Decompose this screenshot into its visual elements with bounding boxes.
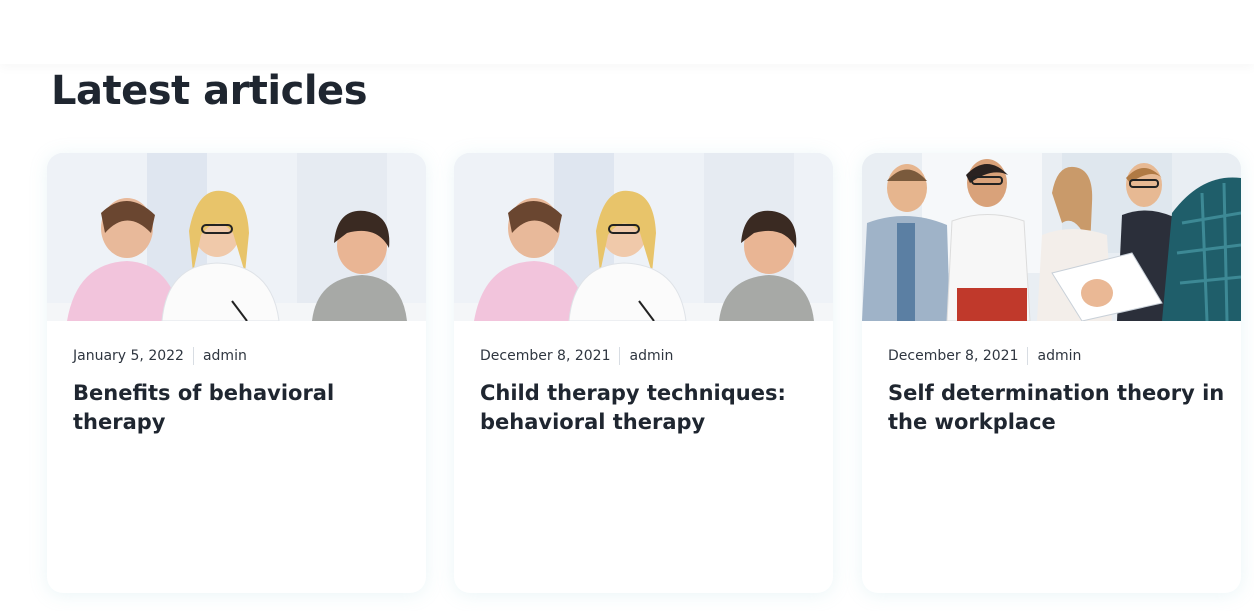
meta-divider <box>192 347 194 365</box>
article-card[interactable]: December 8, 2021 admin Child therapy tec… <box>454 153 833 593</box>
article-title[interactable]: Child therapy techniques: behavioral the… <box>480 379 820 437</box>
article-card[interactable]: January 5, 2022 admin Benefits of behavi… <box>47 153 426 593</box>
article-date[interactable]: December 8, 2021 <box>480 348 610 364</box>
workplace-team-photo-icon <box>862 153 1241 321</box>
article-meta: December 8, 2021 admin <box>480 347 673 365</box>
section-title: Latest articles <box>51 68 368 114</box>
article-date[interactable]: January 5, 2022 <box>73 348 184 364</box>
meta-divider <box>619 347 621 365</box>
article-thumbnail[interactable] <box>454 153 833 321</box>
article-title[interactable]: Self determination theory in the workpla… <box>888 379 1228 437</box>
article-author[interactable]: admin <box>629 348 673 364</box>
article-meta: January 5, 2022 admin <box>73 347 247 365</box>
article-date[interactable]: December 8, 2021 <box>888 348 1018 364</box>
article-author[interactable]: admin <box>203 348 247 364</box>
article-thumbnail[interactable] <box>862 153 1241 321</box>
article-card-list: January 5, 2022 admin Benefits of behavi… <box>47 153 1242 593</box>
article-author[interactable]: admin <box>1037 348 1081 364</box>
therapy-session-photo-icon <box>454 153 833 321</box>
article-card[interactable]: December 8, 2021 admin Self determinatio… <box>862 153 1241 593</box>
latest-articles-section: Latest articles January 5, 2022 admin Be… <box>0 0 1254 611</box>
therapy-session-photo-icon <box>47 153 426 321</box>
article-thumbnail[interactable] <box>47 153 426 321</box>
article-title[interactable]: Benefits of behavioral therapy <box>73 379 413 437</box>
meta-divider <box>1027 347 1029 365</box>
article-meta: December 8, 2021 admin <box>888 347 1081 365</box>
